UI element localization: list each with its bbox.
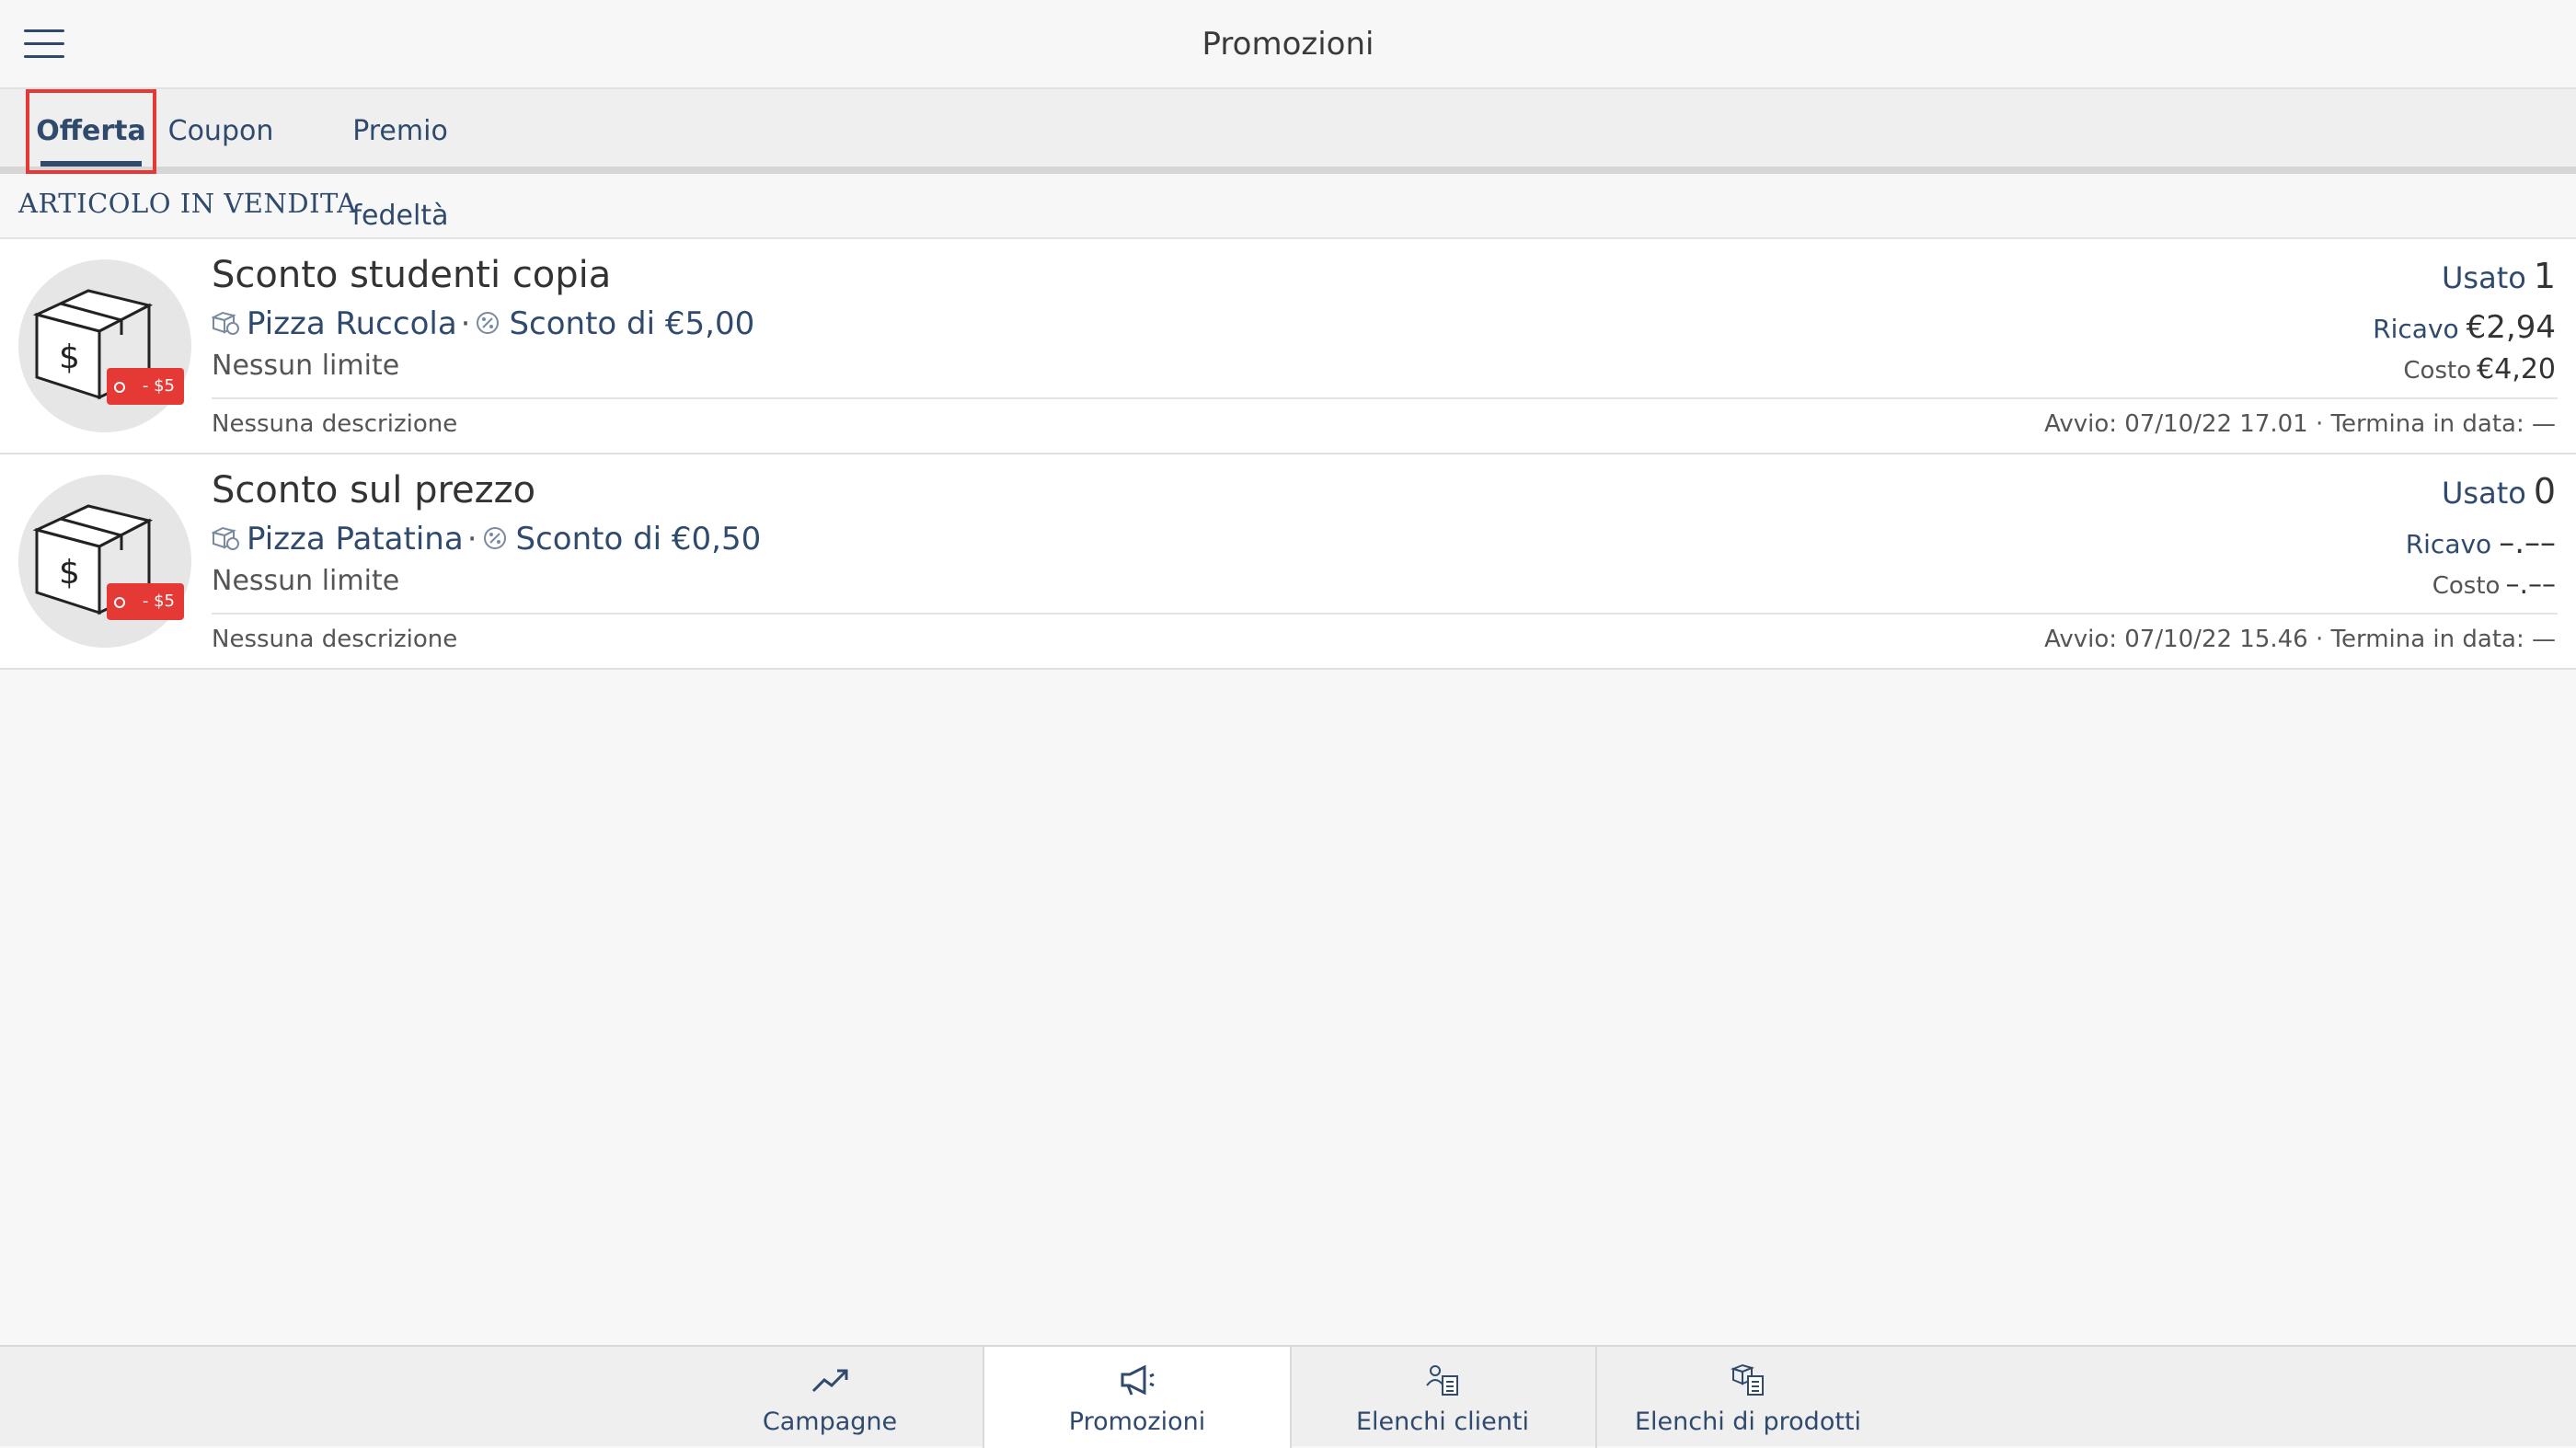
tab-active-indicator — [40, 161, 142, 167]
used-label: Usato — [2441, 476, 2526, 511]
used-value: 1 — [2533, 256, 2556, 296]
promotion-description: Nessuna descrizione — [212, 410, 458, 438]
page-title: Promozioni — [1202, 26, 1374, 63]
svg-text:$: $ — [59, 554, 80, 592]
promotion-dates: Avvio: 07/10/22 15.46 · Termina in data:… — [2044, 626, 2556, 653]
cost-value: –.–– — [2505, 569, 2556, 601]
product-name: Pizza Ruccola — [247, 305, 457, 342]
nav-elenchi-clienti-label: Elenchi clienti — [1356, 1408, 1529, 1436]
cost-label: Costo — [2403, 357, 2472, 385]
discount-amount: Sconto di €0,50 — [515, 521, 762, 557]
promotion-tabs: Offerta Coupon Premio fedeltà — [0, 89, 2576, 232]
separator-dot: · — [466, 521, 477, 557]
tab-offerta-label: Offerta — [36, 115, 146, 147]
promotion-list: $ - $5 Sconto studenti copia Pizza Rucco… — [0, 237, 2576, 670]
hamburger-menu-icon[interactable] — [24, 28, 64, 61]
usage-limit: Nessun limite — [212, 350, 400, 382]
box-dollar-icon: $ — [32, 289, 154, 400]
nav-promozioni-label: Promozioni — [1068, 1408, 1206, 1436]
promotion-title: Sconto studenti copia — [212, 254, 612, 296]
megaphone-icon — [1121, 1364, 1155, 1396]
promotion-title: Sconto sul prezzo — [212, 469, 536, 511]
bottom-navigation: Campagne Promozioni Elenchi clienti Elen… — [0, 1345, 2576, 1448]
nav-campagne[interactable]: Campagne — [677, 1347, 983, 1448]
product-icon — [212, 311, 239, 335]
app-header: Promozioni — [0, 0, 2576, 89]
cost: Costo –.–– — [2432, 569, 2556, 601]
cost-value: €4,20 — [2477, 353, 2556, 385]
item-divider — [212, 397, 2558, 399]
usage-count: Usato 1 — [2442, 256, 2556, 296]
nav-elenchi-clienti[interactable]: Elenchi clienti — [1290, 1347, 1597, 1448]
used-value: 0 — [2533, 471, 2556, 511]
used-label: Usato — [2441, 260, 2526, 295]
promotion-details: Pizza Ruccola · Sconto di €5,00 — [212, 305, 754, 342]
nav-elenchi-prodotti-label: Elenchi di prodotti — [1634, 1408, 1862, 1436]
product-thumbnail: $ - $5 — [18, 259, 191, 432]
section-title: ARTICOLO IN VENDITA — [18, 188, 357, 219]
customer-list-icon — [1426, 1365, 1458, 1396]
product-thumbnail: $ - $5 — [18, 475, 191, 648]
revenue-value: €2,94 — [2466, 309, 2556, 346]
tab-coupon[interactable]: Coupon — [167, 89, 274, 167]
revenue: Ricavo –.–– — [2406, 524, 2556, 561]
percent-badge-icon — [477, 312, 500, 334]
product-icon — [212, 526, 239, 550]
separator-dot: · — [460, 305, 471, 342]
discount-tag: - $5 — [107, 583, 184, 620]
list-item[interactable]: $ - $5 Sconto sul prezzo Pizza Patatina ·… — [0, 454, 2576, 670]
promotion-description: Nessuna descrizione — [212, 626, 458, 653]
revenue-label: Ricavo — [2373, 314, 2459, 344]
revenue: Ricavo €2,94 — [2373, 309, 2556, 346]
svg-text:$: $ — [59, 339, 80, 376]
usage-limit: Nessun limite — [212, 565, 400, 597]
tab-offerta[interactable]: Offerta — [28, 89, 155, 167]
cost: Costo €4,20 — [2403, 353, 2556, 385]
tab-coupon-label: Coupon — [167, 115, 274, 147]
cost-label: Costo — [2432, 572, 2501, 600]
nav-elenchi-prodotti[interactable]: Elenchi di prodotti — [1595, 1347, 1901, 1448]
list-item[interactable]: $ - $5 Sconto studenti copia Pizza Rucco… — [0, 239, 2576, 454]
product-list-icon — [1730, 1363, 1764, 1396]
promotion-details: Pizza Patatina · Sconto di €0,50 — [212, 521, 761, 557]
percent-badge-icon — [483, 527, 506, 549]
usage-count: Usato 0 — [2442, 471, 2556, 511]
promotion-dates: Avvio: 07/10/22 17.01 · Termina in data:… — [2044, 410, 2556, 438]
discount-amount: Sconto di €5,00 — [509, 305, 755, 342]
tab-premio-fedelta-label: Premio fedeltà — [351, 115, 449, 232]
trending-up-icon — [811, 1369, 848, 1393]
nav-campagne-label: Campagne — [762, 1408, 898, 1436]
box-dollar-icon: $ — [32, 504, 154, 615]
revenue-value: –.–– — [2499, 524, 2556, 561]
item-divider — [212, 613, 2558, 615]
tab-premio-fedelta[interactable]: Premio fedeltà — [300, 89, 500, 232]
revenue-label: Ricavo — [2405, 529, 2492, 559]
product-name: Pizza Patatina — [247, 521, 464, 557]
nav-promozioni[interactable]: Promozioni — [983, 1347, 1292, 1448]
discount-tag: - $5 — [107, 368, 184, 405]
